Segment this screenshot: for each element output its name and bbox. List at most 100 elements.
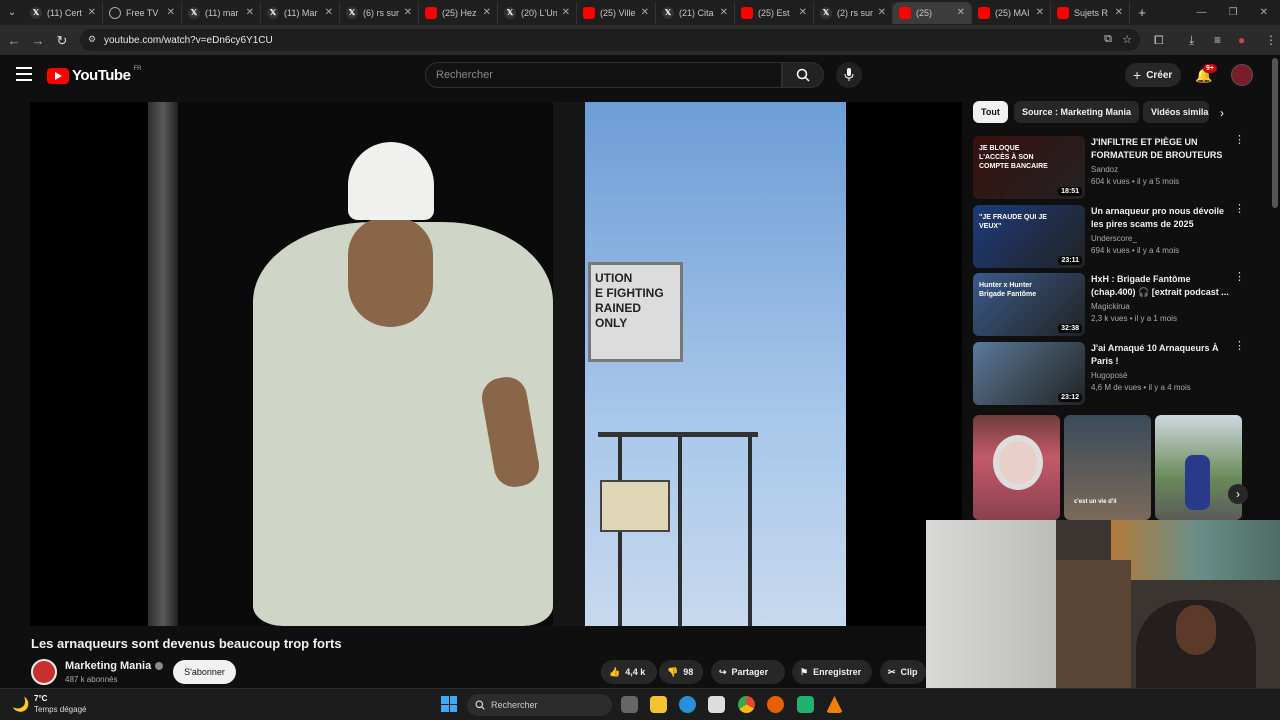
- browser-tab[interactable]: 𝕏 (20) L'Un ✕: [498, 1, 577, 24]
- chrome-icon[interactable]: [738, 696, 755, 713]
- more-options-icon[interactable]: ⋮: [1234, 135, 1245, 146]
- chevron-right-icon[interactable]: ›: [1220, 106, 1224, 120]
- more-options-icon[interactable]: ⋮: [1234, 272, 1245, 283]
- browser-tab[interactable]: 𝕏 (21) Cita ✕: [656, 1, 735, 24]
- recommendation-title[interactable]: J'ai Arnaqué 10 Arnaqueurs À Paris !: [1091, 342, 1229, 368]
- recommendation-title[interactable]: Un arnaqueur pro nous dévoile les pires …: [1091, 205, 1229, 231]
- new-tab-button[interactable]: +: [1130, 5, 1154, 20]
- video-thumbnail[interactable]: 23:12: [973, 342, 1085, 405]
- close-tab-icon[interactable]: ✕: [957, 7, 965, 18]
- extensions-icon[interactable]: ⧠: [1154, 33, 1164, 48]
- browser-tab[interactable]: (25) Ville ✕: [577, 1, 656, 24]
- close-tab-icon[interactable]: ✕: [246, 7, 254, 18]
- video-player[interactable]: UTION E FIGHTING RAINED ONLY: [30, 102, 962, 626]
- recommendation-title[interactable]: HxH : Brigade Fantôme (chap.400) 🎧 [extr…: [1091, 273, 1229, 299]
- close-tab-icon[interactable]: ✕: [483, 7, 491, 18]
- media-control-icon[interactable]: ≡: [1214, 33, 1221, 47]
- minimize-icon[interactable]: —: [1197, 7, 1207, 18]
- browser-tab[interactable]: (25) MAI ✕: [972, 1, 1051, 24]
- firefox-icon[interactable]: [767, 696, 784, 713]
- recommendation-item[interactable]: "JE FRAUDE QUI JE VEUX" 23:11 Un arnaqueur…: [973, 204, 1263, 269]
- vlc-icon[interactable]: [826, 696, 843, 713]
- short-thumbnail[interactable]: [973, 415, 1060, 520]
- edge-icon[interactable]: [679, 696, 696, 713]
- share-button[interactable]: ↪ Partager: [711, 660, 785, 684]
- forward-icon[interactable]: →: [26, 33, 50, 48]
- browser-tab[interactable]: 𝕏 (11) Mar ✕: [261, 1, 340, 24]
- recommendation-channel[interactable]: Hugoposé: [1091, 371, 1127, 380]
- download-icon[interactable]: ⤓: [1189, 33, 1194, 48]
- profile-icon[interactable]: ●: [1238, 33, 1245, 47]
- site-settings-icon[interactable]: ⚙: [88, 34, 96, 45]
- recommendation-title[interactable]: J'INFILTRE ET PIÈGE UN FORMATEUR DE BROU…: [1091, 136, 1229, 162]
- chip-similar[interactable]: Vidéos simila: [1143, 101, 1209, 123]
- account-avatar[interactable]: [1231, 64, 1253, 86]
- channel-avatar[interactable]: [31, 659, 57, 685]
- close-tab-icon[interactable]: ✕: [404, 7, 412, 18]
- close-tab-icon[interactable]: ✕: [641, 7, 649, 18]
- browser-tab[interactable]: (25) Est ✕: [735, 1, 814, 24]
- create-button[interactable]: + Créer: [1125, 63, 1181, 87]
- close-tab-icon[interactable]: ✕: [720, 7, 728, 18]
- shorts-next-button[interactable]: ›: [1228, 484, 1248, 504]
- maximize-icon[interactable]: ❐: [1229, 7, 1238, 18]
- chip-source[interactable]: Source : Marketing Mania: [1014, 101, 1140, 123]
- subscribe-button[interactable]: S'abonner: [173, 660, 236, 684]
- browser-tab[interactable]: (25) Hez ✕: [419, 1, 498, 24]
- back-icon[interactable]: ←: [2, 33, 26, 48]
- video-thumbnail[interactable]: Hunter x Hunter Brigade Fantôme 32:38: [973, 273, 1085, 336]
- like-button[interactable]: 👍 4,4 k: [601, 660, 657, 684]
- close-tab-icon[interactable]: ✕: [88, 7, 96, 18]
- browser-tab[interactable]: 𝕏 (11) Cert ✕: [24, 1, 103, 24]
- task-view-icon[interactable]: [621, 696, 638, 713]
- browser-tab[interactable]: 𝕏 (6) rs sur ✕: [340, 1, 419, 24]
- browser-tab[interactable]: Free TV ✕: [103, 1, 182, 24]
- browser-tab[interactable]: 𝕏 (2) rs sur ✕: [814, 1, 893, 24]
- store-icon[interactable]: [708, 696, 725, 713]
- close-window-icon[interactable]: ✕: [1260, 7, 1268, 18]
- channel-name[interactable]: Marketing Mania: [65, 660, 164, 672]
- hamburger-menu-icon[interactable]: [16, 67, 32, 81]
- video-thumbnail[interactable]: JE BLOQUE L'ACCÈS À SON COMPTE BANCAIRE 1…: [973, 136, 1085, 199]
- save-button[interactable]: ⚑ Enregistrer: [792, 660, 872, 684]
- taskbar-search[interactable]: Rechercher: [467, 694, 612, 716]
- recommendation-channel[interactable]: Sandoz: [1091, 165, 1118, 174]
- close-tab-icon[interactable]: ✕: [562, 7, 570, 18]
- install-icon[interactable]: ⧉: [1104, 33, 1112, 46]
- browser-menu-icon[interactable]: ⋮: [1265, 33, 1277, 47]
- close-tab-icon[interactable]: ✕: [1036, 7, 1044, 18]
- weather-temperature[interactable]: 7°C: [34, 694, 47, 703]
- voice-search-button[interactable]: [836, 62, 862, 88]
- url-field[interactable]: ⚙ youtube.com/watch?v=eDn6cy6Y1CU ⧉ ☆: [80, 29, 1140, 51]
- browser-tab[interactable]: 𝕏 (11) mar ✕: [182, 1, 261, 24]
- windows-start-icon[interactable]: [441, 696, 457, 712]
- tab-list-button[interactable]: ⌄: [0, 7, 24, 18]
- app-green-icon[interactable]: [797, 696, 814, 713]
- dislike-button[interactable]: 👎 98: [659, 660, 703, 684]
- more-options-icon[interactable]: ⋮: [1234, 204, 1245, 215]
- search-input[interactable]: Rechercher: [425, 62, 782, 88]
- reload-icon[interactable]: ↻: [50, 33, 74, 49]
- recommendation-item[interactable]: Hunter x Hunter Brigade Fantôme 32:38 HxH …: [973, 272, 1263, 337]
- video-thumbnail[interactable]: "JE FRAUDE QUI JE VEUX" 23:11: [973, 205, 1085, 268]
- weather-moon-icon[interactable]: 🌙: [12, 696, 29, 713]
- close-tab-icon[interactable]: ✕: [878, 7, 886, 18]
- weather-description[interactable]: Temps dégagé: [34, 705, 86, 714]
- search-button[interactable]: [782, 62, 824, 88]
- recommendation-item[interactable]: 23:12 J'ai Arnaqué 10 Arnaqueurs À Paris …: [973, 341, 1263, 406]
- close-tab-icon[interactable]: ✕: [167, 7, 175, 18]
- short-thumbnail[interactable]: c'est un vie d'il: [1064, 415, 1151, 520]
- chip-all[interactable]: Tout: [973, 101, 1008, 123]
- close-tab-icon[interactable]: ✕: [325, 7, 333, 18]
- page-scrollbar[interactable]: [1272, 58, 1278, 208]
- close-tab-icon[interactable]: ✕: [799, 7, 807, 18]
- youtube-logo[interactable]: YouTube FR: [47, 66, 141, 84]
- more-options-icon[interactable]: ⋮: [1234, 341, 1245, 352]
- browser-tab[interactable]: Sujets R ✕: [1051, 1, 1130, 24]
- recommendation-channel[interactable]: Underscore_: [1091, 234, 1137, 243]
- recommendation-channel[interactable]: Magickirua: [1091, 302, 1130, 311]
- close-tab-icon[interactable]: ✕: [1115, 7, 1123, 18]
- recommendation-item[interactable]: JE BLOQUE L'ACCÈS À SON COMPTE BANCAIRE 1…: [973, 135, 1263, 200]
- short-thumbnail[interactable]: [1155, 415, 1242, 520]
- file-explorer-icon[interactable]: [650, 696, 667, 713]
